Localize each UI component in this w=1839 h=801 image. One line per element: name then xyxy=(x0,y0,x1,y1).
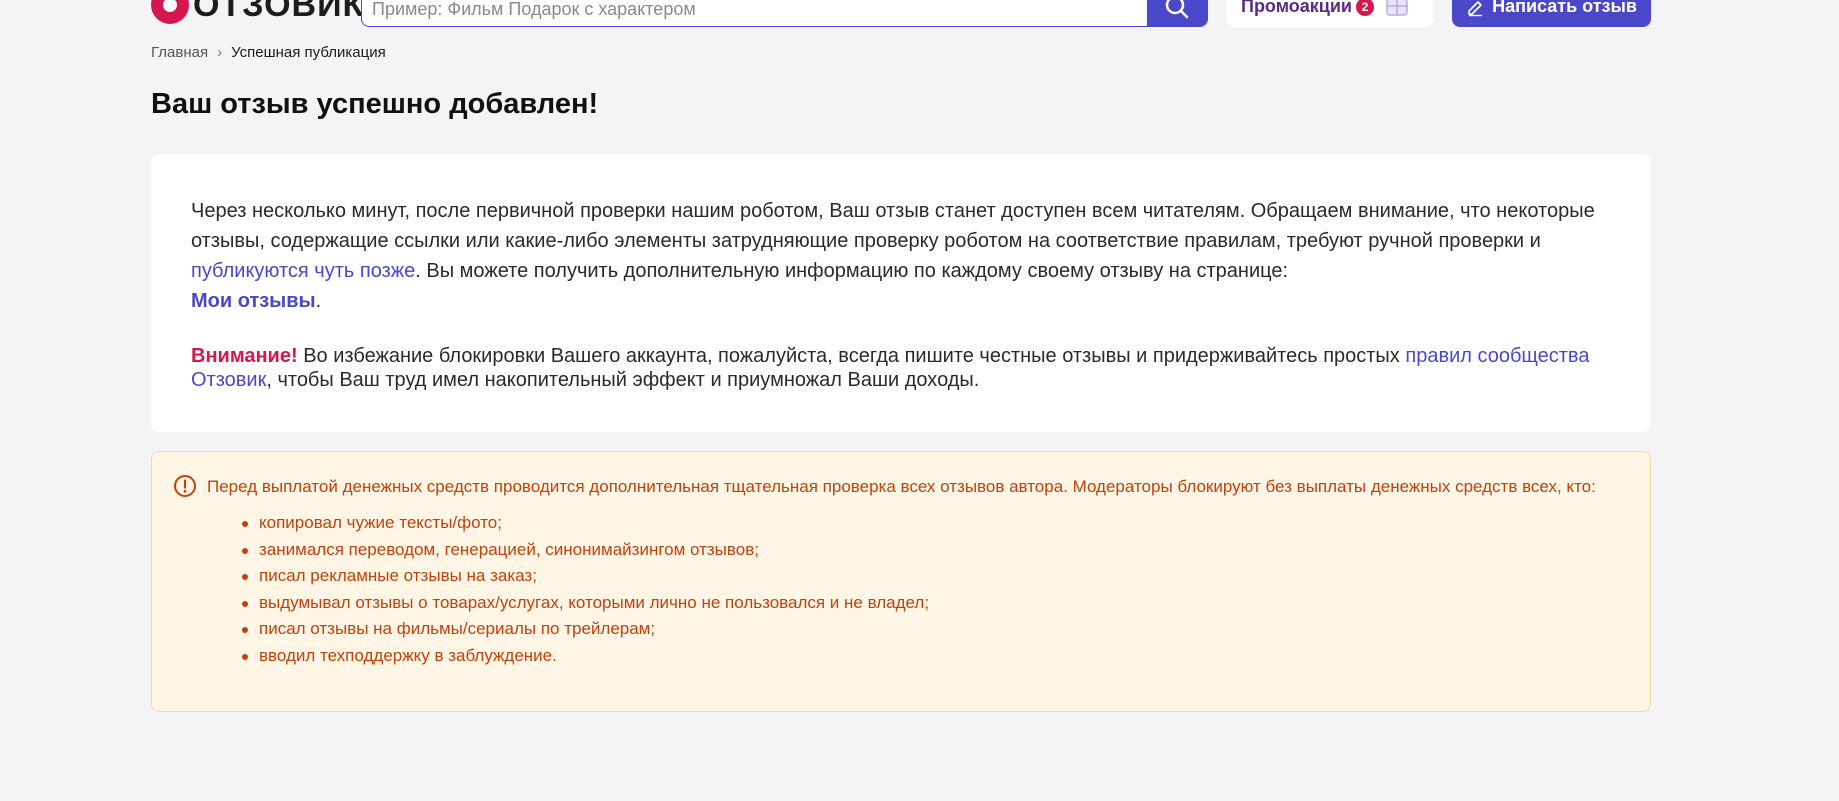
warning-list-item: писал рекламные отзывы на заказ; xyxy=(242,563,1630,590)
search-bar xyxy=(361,0,1208,27)
exclamation-circle-icon xyxy=(174,475,196,497)
warning-list-item: вводил техподдержку в заблуждение. xyxy=(242,643,1630,670)
promo-label: Промоакции xyxy=(1241,0,1352,16)
warning-list-item: писал отзывы на фильмы/сериалы по трейле… xyxy=(242,616,1630,643)
payout-warning: Перед выплатой денежных средств проводит… xyxy=(151,451,1651,712)
published-later-link[interactable]: публикуются чуть позже xyxy=(191,260,415,282)
search-button[interactable] xyxy=(1147,0,1207,26)
logo-text: ОТЗОВИК xyxy=(193,0,365,24)
search-icon xyxy=(1165,0,1189,19)
breadcrumb-separator: › xyxy=(217,44,223,61)
page-title: Ваш отзыв успешно добавлен! xyxy=(151,88,599,120)
attention-message: Внимание! Во избежание блокировки Вашего… xyxy=(191,344,1611,392)
logo-mark-icon xyxy=(151,0,189,24)
success-text-2: . Вы можете получить дополнительную инфо… xyxy=(415,260,1289,282)
pencil-icon xyxy=(1468,1,1483,17)
write-review-label: Написать отзыв xyxy=(1492,0,1637,16)
breadcrumb-home-link[interactable]: Главная xyxy=(151,44,208,61)
warning-header: Перед выплатой денежных средств проводит… xyxy=(173,474,1630,500)
site-logo[interactable]: ОТЗОВИК xyxy=(151,0,364,25)
attention-text-1: Во избежание блокировки Вашего аккаунта,… xyxy=(297,345,1406,367)
attention-label: Внимание! xyxy=(191,345,298,367)
attention-text-2: , чтобы Ваш труд имел накопительный эффе… xyxy=(266,369,980,391)
warning-list-item: копировал чужие тексты/фото; xyxy=(242,510,1630,537)
search-input[interactable] xyxy=(362,0,1148,26)
write-review-button[interactable]: Написать отзыв xyxy=(1452,0,1651,27)
breadcrumb: Главная › Успешная публикация xyxy=(151,44,386,61)
promo-button[interactable]: Промоакции 2 xyxy=(1226,0,1433,27)
success-text-3: . xyxy=(315,290,322,312)
promo-badge: 2 xyxy=(1355,0,1374,16)
warning-list: копировал чужие тексты/фото; занимался п… xyxy=(173,510,1630,669)
site-header: ОТЗОВИК Промоакции 2 Написать отзыв xyxy=(0,0,1839,30)
warning-list-item: занимался переводом, генерацией, синоним… xyxy=(242,537,1630,564)
success-message: Через несколько минут, после первичной п… xyxy=(191,196,1611,316)
gift-icon xyxy=(1386,0,1408,16)
my-reviews-link[interactable]: Мои отзывы xyxy=(191,290,316,312)
breadcrumb-current: Успешная публикация xyxy=(231,44,386,61)
success-card: Через несколько минут, после первичной п… xyxy=(151,154,1651,432)
warning-text: Перед выплатой денежных средств проводит… xyxy=(207,477,1596,496)
success-text-1: Через несколько минут, после первичной п… xyxy=(191,200,1595,252)
warning-list-item: выдумывал отзывы о товарах/услугах, кото… xyxy=(242,590,1630,617)
